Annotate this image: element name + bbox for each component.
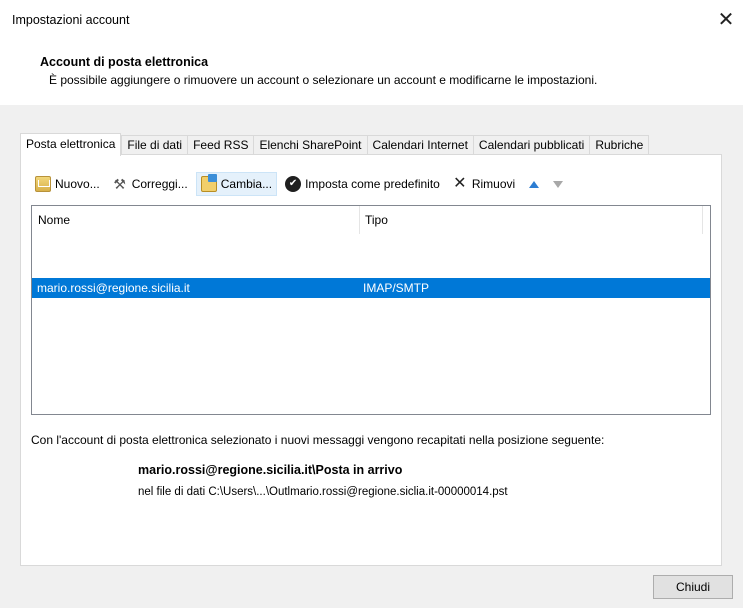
tab-elenchi-sharepoint[interactable]: Elenchi SharePoint (253, 135, 367, 156)
change-account-icon (200, 174, 217, 192)
change-button[interactable]: Cambia... (195, 172, 278, 196)
delivery-folder: mario.rossi@regione.sicilia.it\Posta in … (138, 463, 403, 477)
tab-calendari-internet[interactable]: Calendari Internet (366, 135, 473, 156)
account-type: IMAP/SMTP (363, 281, 430, 295)
window-title: Impostazioni account (12, 13, 130, 27)
tab-posta-elettronica[interactable]: Posta elettronica (20, 133, 122, 156)
tab-rubriche[interactable]: Rubriche (589, 135, 650, 156)
remove-x-icon: ✕ (453, 175, 467, 192)
arrow-up-icon[interactable] (529, 180, 540, 188)
section-description: È possibile aggiungere o rimuovere un ac… (49, 73, 598, 87)
repair-tools-icon: ⚒ (113, 176, 126, 192)
tab-feed-rss[interactable]: Feed RSS (187, 135, 254, 156)
section-title: Account di posta elettronica (40, 55, 209, 69)
repair-button[interactable]: ⚒ Correggi... (108, 172, 192, 196)
list-header: Nome Tipo (32, 206, 710, 234)
new-account-icon (35, 176, 51, 192)
set-default-label: Imposta come predefinito (305, 177, 440, 191)
dialog-header: Account di posta elettronica È possibile… (0, 40, 743, 105)
column-divider[interactable] (702, 206, 703, 234)
close-button[interactable]: Chiudi (653, 575, 733, 599)
title-bar: Impostazioni account ✕ (0, 0, 743, 40)
change-label: Cambia... (220, 177, 273, 191)
tab-file-di-dati[interactable]: File di dati (121, 135, 188, 156)
column-header-nome[interactable]: Nome (38, 206, 70, 234)
remove-button[interactable]: ✕ Rimuovi (448, 172, 519, 196)
column-header-tipo[interactable]: Tipo (365, 206, 388, 234)
column-divider[interactable] (359, 206, 360, 234)
arrow-down-icon[interactable] (553, 180, 564, 188)
list-item[interactable]: mario.rossi@regione.sicilia.it IMAP/SMTP (32, 278, 710, 298)
set-default-button[interactable]: ✔ Imposta come predefinito (281, 172, 444, 196)
tab-strip: Posta elettronica File di dati Feed RSS … (20, 133, 650, 156)
tab-calendari-pubblicati[interactable]: Calendari pubblicati (472, 135, 590, 156)
close-icon[interactable]: ✕ (714, 8, 738, 32)
account-name: mario.rossi@regione.sicilia.it (37, 281, 190, 295)
check-circle-icon: ✔ (285, 176, 302, 192)
data-file-path: nel file di dati C:\Users\...\Outlmario.… (138, 486, 508, 498)
account-toolbar: Nuovo... ⚒ Correggi... Cambia... ✔ Impos… (31, 172, 569, 196)
account-list[interactable]: Nome Tipo mario.rossi@regione.sicilia.it… (31, 205, 711, 415)
delivery-info-text: Con l'account di posta elettronica selez… (31, 433, 605, 447)
dialog-body: Posta elettronica File di dati Feed RSS … (0, 105, 743, 608)
new-account-button[interactable]: Nuovo... (31, 172, 104, 196)
tab-panel: Nuovo... ⚒ Correggi... Cambia... ✔ Impos… (20, 154, 722, 566)
repair-label: Correggi... (131, 177, 188, 191)
remove-label: Rimuovi (471, 177, 516, 191)
new-account-label: Nuovo... (55, 177, 100, 191)
